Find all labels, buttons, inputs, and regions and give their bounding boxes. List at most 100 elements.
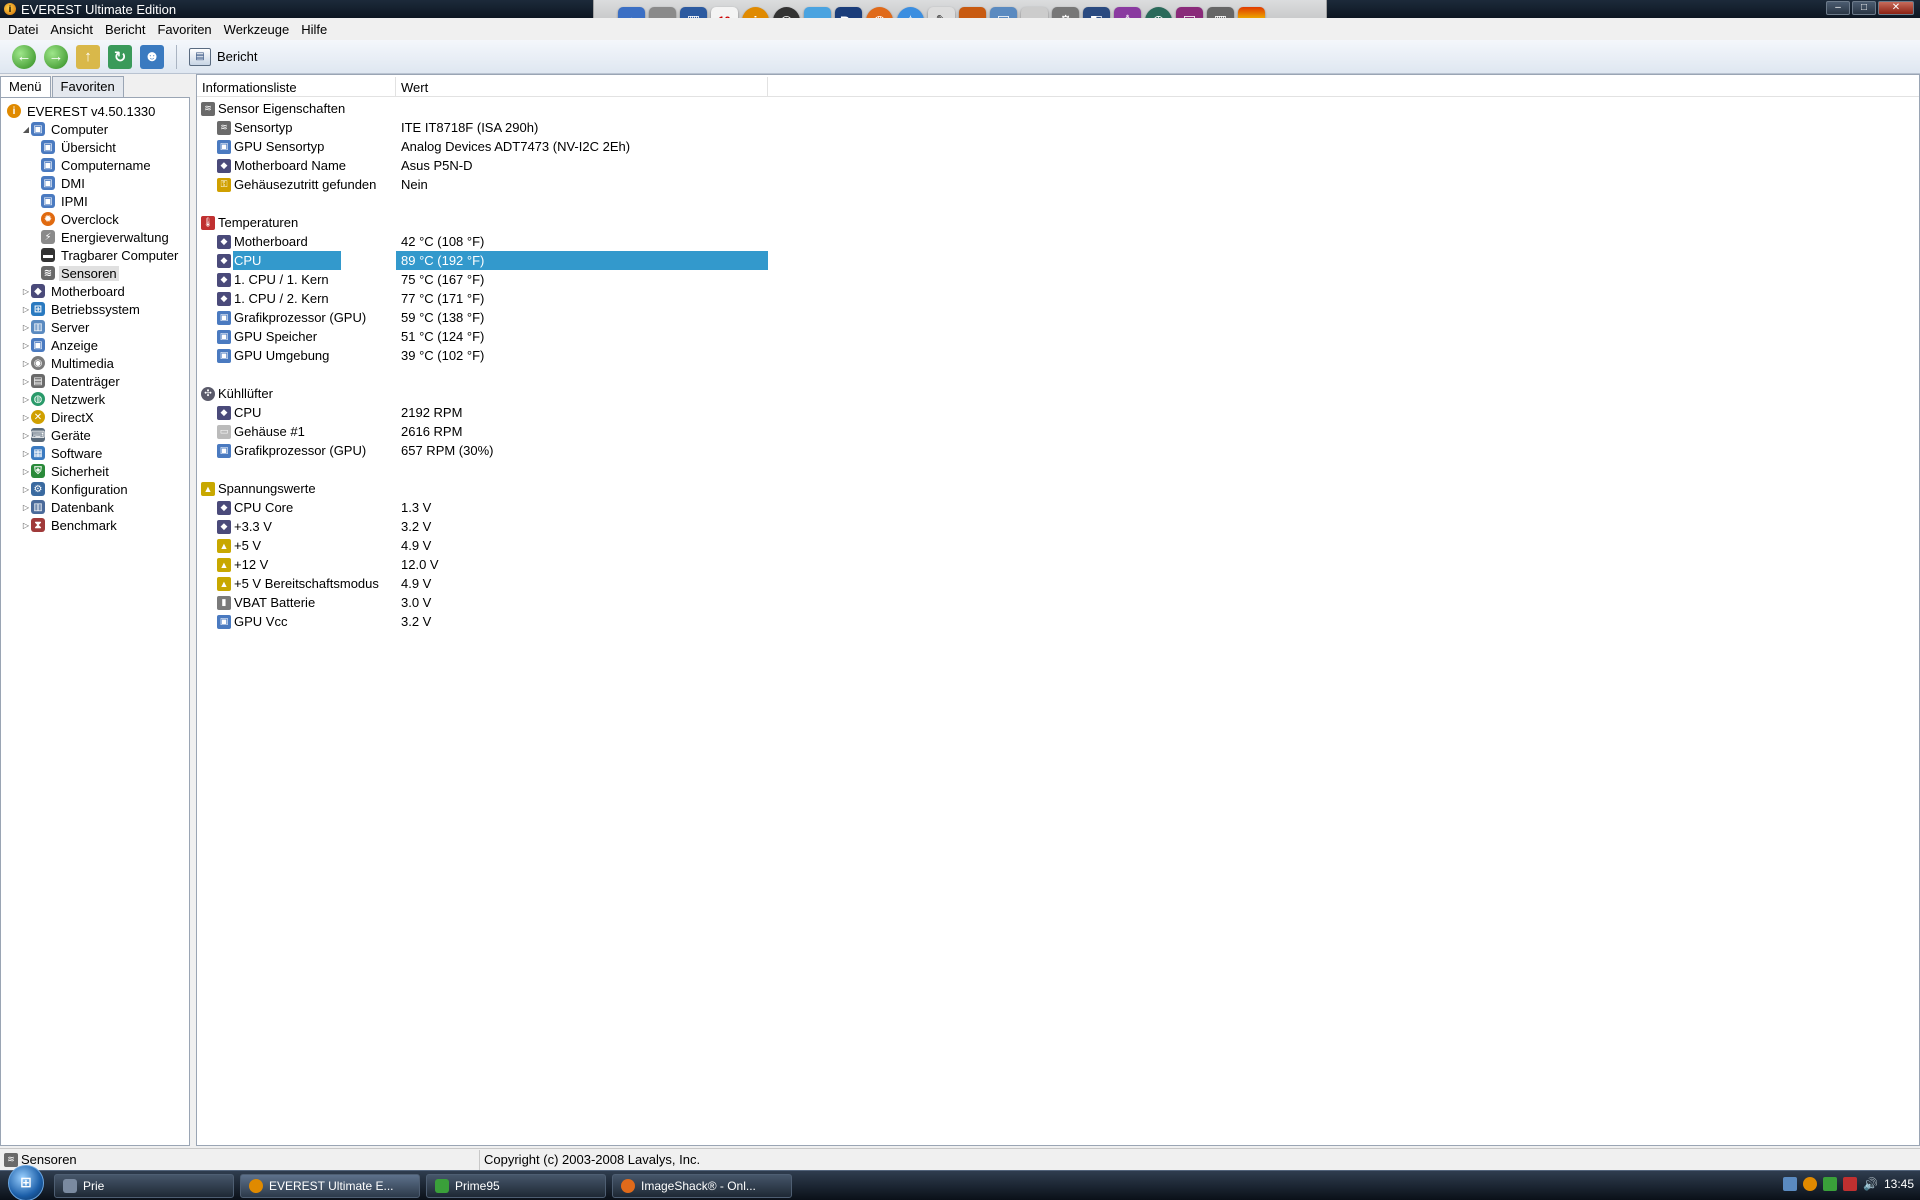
menu-favoriten[interactable]: Favoriten — [151, 22, 217, 37]
list-row[interactable]: ◆ Motherboard 42 °C (108 °F) — [197, 232, 1919, 251]
list-row[interactable]: ≋ Sensortyp ITE IT8718F (ISA 290h) — [197, 118, 1919, 137]
taskbar-button-everest[interactable]: EVEREST Ultimate E... — [240, 1173, 420, 1198]
window-title: EVEREST Ultimate Edition — [21, 1, 177, 17]
tree-item-benchmark[interactable]: ▷ ⧗ Benchmark — [7, 516, 189, 534]
tree-item-sensoren[interactable]: ≋ Sensoren — [7, 264, 189, 282]
row-label: Motherboard Name — [234, 158, 346, 173]
refresh-icon[interactable]: ↻ — [108, 44, 132, 69]
tree-item-server[interactable]: ▷ ▥ Server — [7, 318, 189, 336]
list-row[interactable]: ⚿ Gehäusezutritt gefunden Nein — [197, 175, 1919, 194]
tree-item-dmi[interactable]: ▣ DMI — [7, 174, 189, 192]
expand-icon[interactable]: ▷ — [21, 359, 31, 368]
tree-item-anzeige[interactable]: ▷ ▣ Anzeige — [7, 336, 189, 354]
menu-ansicht[interactable]: Ansicht — [44, 22, 99, 37]
list-row[interactable]: ▣ GPU Vcc 3.2 V — [197, 612, 1919, 631]
menu-werkzeuge[interactable]: Werkzeuge — [218, 22, 296, 37]
list-row[interactable]: ▭ Gehäuse #1 2616 RPM — [197, 422, 1919, 441]
tree-item-software[interactable]: ▷ ▦ Software — [7, 444, 189, 462]
list-row[interactable]: ◆ CPU Core 1.3 V — [197, 498, 1919, 517]
expand-icon[interactable]: ▷ — [21, 395, 31, 404]
list-row-selected[interactable]: ◆ CPU 89 °C (192 °F) — [197, 251, 1919, 270]
column-info[interactable]: Informationsliste — [197, 77, 396, 96]
back-arrow-icon[interactable]: ← — [12, 44, 36, 69]
expand-icon[interactable]: ▷ — [21, 341, 31, 350]
alert-tray-icon[interactable] — [1843, 1177, 1858, 1191]
list-row[interactable]: ▣ GPU Umgebung 39 °C (102 °F) — [197, 346, 1919, 365]
tree-item-overclock[interactable]: ✹ Overclock — [7, 210, 189, 228]
menu-hilfe[interactable]: Hilfe — [295, 22, 333, 37]
tree-item-tragbarer-computer[interactable]: ▬ Tragbarer Computer — [7, 246, 189, 264]
expand-icon[interactable]: ▷ — [21, 521, 31, 530]
tree-item-datenbank[interactable]: ▷ ▥ Datenbank — [7, 498, 189, 516]
users-icon[interactable]: ☻ — [140, 44, 164, 69]
clock[interactable]: 13:45 — [1884, 1177, 1914, 1191]
report-button[interactable]: ▤ Bericht — [189, 47, 257, 66]
list-row[interactable]: ▲ +5 V 4.9 V — [197, 536, 1919, 555]
expand-icon[interactable]: ▷ — [21, 503, 31, 512]
tree-item-motherboard[interactable]: ▷ ◆ Motherboard — [7, 282, 189, 300]
taskbar-button-prie[interactable]: Prie — [54, 1173, 234, 1198]
expand-icon[interactable]: ▷ — [21, 431, 31, 440]
prime95-tray-icon[interactable] — [1823, 1177, 1838, 1191]
list-row[interactable]: ◆ Motherboard Name Asus P5N-D — [197, 156, 1919, 175]
row-value: 89 °C (192 °F) — [396, 251, 768, 270]
tree-item-betriebssystem[interactable]: ▷ ⊞ Betriebssystem — [7, 300, 189, 318]
row-value: 657 RPM (30%) — [401, 443, 494, 458]
expand-icon[interactable]: ▷ — [21, 377, 31, 386]
expand-icon[interactable]: ▷ — [21, 305, 31, 314]
tree-item-computername[interactable]: ▣ Computername — [7, 156, 189, 174]
list-row[interactable]: ▲ +12 V 12.0 V — [197, 555, 1919, 574]
expand-icon[interactable]: ▷ — [21, 449, 31, 458]
tree-item-netzwerk[interactable]: ▷ ◍ Netzwerk — [7, 390, 189, 408]
tree-item-label: Anzeige — [51, 337, 98, 353]
start-button[interactable]: ⊞ — [8, 1164, 44, 1200]
close-button[interactable]: ✕ — [1878, 1, 1914, 15]
list-row[interactable]: ▲ +5 V Bereitschaftsmodus 4.9 V — [197, 574, 1919, 593]
forward-arrow-icon[interactable]: → — [44, 44, 68, 69]
everest-app-icon[interactable]: i — [4, 3, 16, 15]
everest-tray-icon[interactable] — [1803, 1177, 1818, 1191]
expand-icon[interactable]: ▷ — [21, 413, 31, 422]
tab-menu[interactable]: Menü — [0, 76, 51, 98]
network-tray-icon[interactable] — [1783, 1177, 1798, 1191]
row-label: 1. CPU / 2. Kern — [234, 291, 329, 306]
collapse-icon[interactable]: ◢ — [21, 125, 31, 134]
list-row[interactable]: ▣ GPU Sensortyp Analog Devices ADT7473 (N… — [197, 137, 1919, 156]
list-row[interactable]: ◆ 1. CPU / 2. Kern 77 °C (171 °F) — [197, 289, 1919, 308]
status-bar: ≋ Sensoren Copyright (c) 2003-2008 Laval… — [0, 1148, 1920, 1170]
menu-datei[interactable]: Datei — [2, 22, 44, 37]
list-row[interactable]: ◆ 1. CPU / 1. Kern 75 °C (167 °F) — [197, 270, 1919, 289]
column-value[interactable]: Wert — [396, 77, 768, 96]
up-arrow-icon[interactable]: ↑ — [76, 44, 100, 69]
list-row[interactable]: ▣ GPU Speicher 51 °C (124 °F) — [197, 327, 1919, 346]
tree-item-datentraeger[interactable]: ▷ ▤ Datenträger — [7, 372, 189, 390]
taskbar-button-imageshack[interactable]: ImageShack® - Onl... — [612, 1173, 792, 1198]
list-row[interactable]: ◆ +3.3 V 3.2 V — [197, 517, 1919, 536]
expand-icon[interactable]: ▷ — [21, 467, 31, 476]
expand-icon[interactable]: ▷ — [21, 287, 31, 296]
tree-root[interactable]: i EVEREST v4.50.1330 — [7, 102, 189, 120]
maximize-button[interactable]: □ — [1852, 1, 1876, 15]
list-row[interactable]: ▣ Grafikprozessor (GPU) 657 RPM (30%) — [197, 441, 1919, 460]
list-row[interactable]: ▣ Grafikprozessor (GPU) 59 °C (138 °F) — [197, 308, 1919, 327]
list-row[interactable]: ◆ CPU 2192 RPM — [197, 403, 1919, 422]
tree-item-directx[interactable]: ▷ ✕ DirectX — [7, 408, 189, 426]
taskbar-button-prime95[interactable]: Prime95 — [426, 1173, 606, 1198]
tree-item-ipmi[interactable]: ▣ IPMI — [7, 192, 189, 210]
tree-item-sicherheit[interactable]: ▷ ⛨ Sicherheit — [7, 462, 189, 480]
tree-item-konfiguration[interactable]: ▷ ⚙ Konfiguration — [7, 480, 189, 498]
menu-bericht[interactable]: Bericht — [99, 22, 151, 37]
expand-icon[interactable]: ▷ — [21, 323, 31, 332]
tree-item-uebersicht[interactable]: ▣ Übersicht — [7, 138, 189, 156]
volume-icon[interactable]: 🔊 — [1863, 1177, 1878, 1191]
row-value: Nein — [401, 177, 428, 192]
tree-item-geraete[interactable]: ▷ ⌨ Geräte — [7, 426, 189, 444]
tree-item-label: Server — [51, 319, 90, 335]
expand-icon[interactable]: ▷ — [21, 485, 31, 494]
tree-item-energieverwaltung[interactable]: ⚡ Energieverwaltung — [7, 228, 189, 246]
tab-favoriten[interactable]: Favoriten — [51, 76, 124, 97]
tree-item-computer[interactable]: ◢ ▣ Computer — [7, 120, 189, 138]
list-row[interactable]: ▮ VBAT Batterie 3.0 V — [197, 593, 1919, 612]
minimize-button[interactable]: – — [1826, 1, 1850, 15]
tree-item-multimedia[interactable]: ▷ ◉ Multimedia — [7, 354, 189, 372]
